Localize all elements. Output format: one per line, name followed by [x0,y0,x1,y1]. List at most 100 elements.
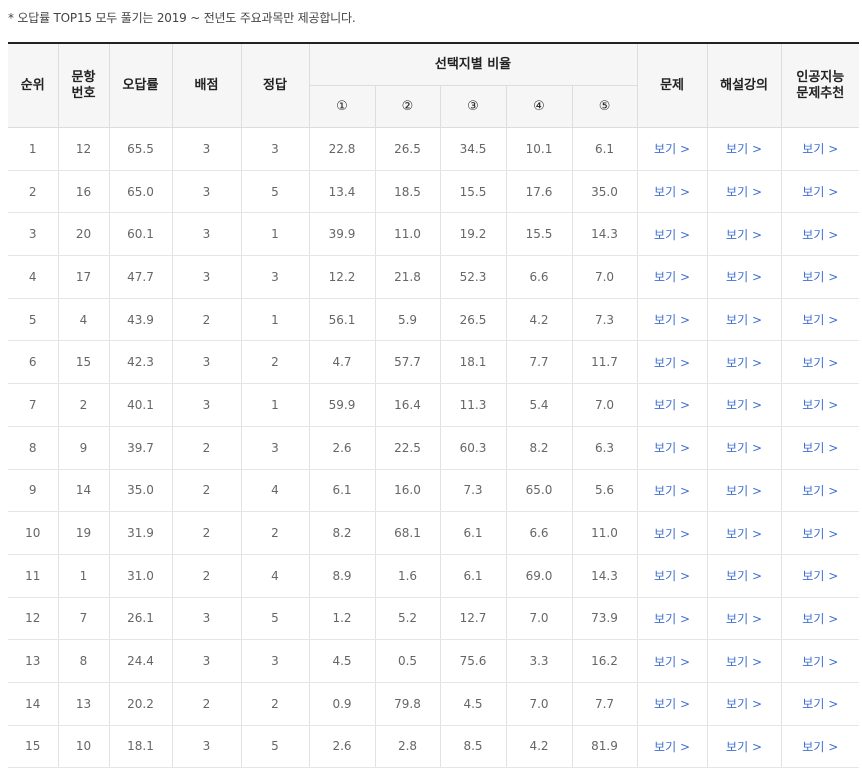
view-problem-link[interactable]: 보기 > [654,270,690,284]
view-ai-recommend-link[interactable]: 보기 > [802,441,838,455]
view-problem-link[interactable]: 보기 > [654,185,690,199]
header-problem: 문제 [636,43,708,128]
choice-1-ratio-cell: 2.6 [308,725,375,769]
answer-cell: 2 [240,511,309,555]
view-ai-recommend-link[interactable]: 보기 > [802,527,838,541]
view-problem-cell: 보기 > [636,639,708,683]
view-lecture-link[interactable]: 보기 > [726,655,762,669]
choice-3-ratio-cell: 52.3 [439,255,506,299]
view-lecture-link[interactable]: 보기 > [726,356,762,370]
view-problem-link[interactable]: 보기 > [654,655,690,669]
answer-cell: 2 [240,682,309,726]
rank-cell: 5 [8,298,58,342]
points-cell: 3 [171,127,241,171]
view-problem-link[interactable]: 보기 > [654,612,690,626]
choice-2-ratio-cell: 2.8 [374,725,440,769]
view-lecture-link[interactable]: 보기 > [726,398,762,412]
choice-4-ratio-cell: 6.6 [505,255,572,299]
question-number-cell: 14 [57,469,109,513]
view-ai-recommend-link[interactable]: 보기 > [802,655,838,669]
question-number-cell: 12 [57,127,109,171]
points-cell: 2 [171,298,241,342]
view-lecture-link[interactable]: 보기 > [726,313,762,327]
view-ai-recommend-link[interactable]: 보기 > [802,313,838,327]
view-lecture-link[interactable]: 보기 > [726,484,762,498]
choice-5-ratio-cell: 7.3 [571,298,638,342]
view-problem-link[interactable]: 보기 > [654,398,690,412]
view-ai-recommend-link[interactable]: 보기 > [802,142,838,156]
view-ai-recommend-link[interactable]: 보기 > [802,612,838,626]
view-lecture-link[interactable]: 보기 > [726,228,762,242]
view-lecture-cell: 보기 > [706,469,782,513]
rank-cell: 1 [8,127,58,171]
table-row: 6 15 42.3 3 2 4.7 57.7 18.1 7.7 11.7 보기 > 보기 > 보기 > [8,340,860,385]
view-problem-link[interactable]: 보기 > [654,228,690,242]
view-lecture-link[interactable]: 보기 > [726,270,762,284]
rank-cell: 15 [8,725,58,769]
view-lecture-link[interactable]: 보기 > [726,527,762,541]
header-choice-5: ⑤ [571,85,638,128]
view-ai-recommend-link[interactable]: 보기 > [802,740,838,754]
question-number-cell: 19 [57,511,109,555]
choice-3-ratio-cell: 7.3 [439,469,506,513]
view-lecture-cell: 보기 > [706,554,782,598]
rank-cell: 2 [8,170,58,214]
choice-5-ratio-cell: 7.7 [571,682,638,726]
view-lecture-cell: 보기 > [706,725,782,769]
choice-2-ratio-cell: 1.6 [374,554,440,598]
view-problem-link[interactable]: 보기 > [654,740,690,754]
view-ai-recommend-link[interactable]: 보기 > [802,356,838,370]
view-lecture-link[interactable]: 보기 > [726,697,762,711]
view-ai-recommend-cell: 보기 > [780,340,860,385]
choice-4-ratio-cell: 4.2 [505,298,572,342]
table-row: 14 13 20.2 2 2 0.9 79.8 4.5 7.0 7.7 보기 > 보기 > 보기 > [8,682,860,726]
header-lecture: 해설강의 [706,43,782,128]
view-problem-link[interactable]: 보기 > [654,313,690,327]
choice-1-ratio-cell: 4.5 [308,639,375,683]
view-ai-recommend-link[interactable]: 보기 > [802,228,838,242]
answer-cell: 3 [240,639,309,683]
view-ai-recommend-link[interactable]: 보기 > [802,185,838,199]
view-lecture-cell: 보기 > [706,298,782,342]
choice-3-ratio-cell: 4.5 [439,682,506,726]
view-problem-link[interactable]: 보기 > [654,142,690,156]
view-problem-link[interactable]: 보기 > [654,441,690,455]
view-ai-recommend-link[interactable]: 보기 > [802,484,838,498]
view-ai-recommend-link[interactable]: 보기 > [802,697,838,711]
choice-4-ratio-cell: 7.0 [505,682,572,726]
points-cell: 2 [171,469,241,513]
view-lecture-link[interactable]: 보기 > [726,185,762,199]
choice-5-ratio-cell: 73.9 [571,597,638,641]
view-ai-recommend-link[interactable]: 보기 > [802,569,838,583]
view-problem-link[interactable]: 보기 > [654,356,690,370]
choice-5-ratio-cell: 81.9 [571,725,638,769]
table-row: 2 16 65.0 3 5 13.4 18.5 15.5 17.6 35.0 보기 > 보기 > 보기 … [8,170,860,214]
view-lecture-link[interactable]: 보기 > [726,569,762,583]
choice-4-ratio-cell: 6.6 [505,511,572,555]
choice-2-ratio-cell: 22.5 [374,426,440,470]
header-question-number: 문항 번호 [57,43,110,128]
view-lecture-link[interactable]: 보기 > [726,441,762,455]
answer-cell: 3 [240,127,309,171]
rank-cell: 6 [8,340,58,385]
view-problem-link[interactable]: 보기 > [654,484,690,498]
answer-cell: 2 [240,340,309,385]
view-lecture-link[interactable]: 보기 > [726,740,762,754]
choice-5-ratio-cell: 16.2 [571,639,638,683]
view-ai-recommend-cell: 보기 > [780,170,860,214]
points-cell: 3 [171,340,241,385]
view-problem-link[interactable]: 보기 > [654,697,690,711]
table-header-row: 순위 문항 번호 오답률 배점 정답 선택지별 비율 문제 해설강의 인공지능 … [8,43,860,128]
view-ai-recommend-link[interactable]: 보기 > [802,398,838,412]
view-lecture-link[interactable]: 보기 > [726,142,762,156]
view-ai-recommend-link[interactable]: 보기 > [802,270,838,284]
view-problem-link[interactable]: 보기 > [654,527,690,541]
view-problem-link[interactable]: 보기 > [654,569,690,583]
choice-2-ratio-cell: 18.5 [374,170,440,214]
view-lecture-link[interactable]: 보기 > [726,612,762,626]
choice-4-ratio-cell: 15.5 [505,212,572,257]
choice-5-ratio-cell: 6.1 [571,127,638,171]
answer-cell: 1 [240,212,309,257]
wrong-rate-cell: 26.1 [108,597,172,641]
choice-3-ratio-cell: 60.3 [439,426,506,470]
